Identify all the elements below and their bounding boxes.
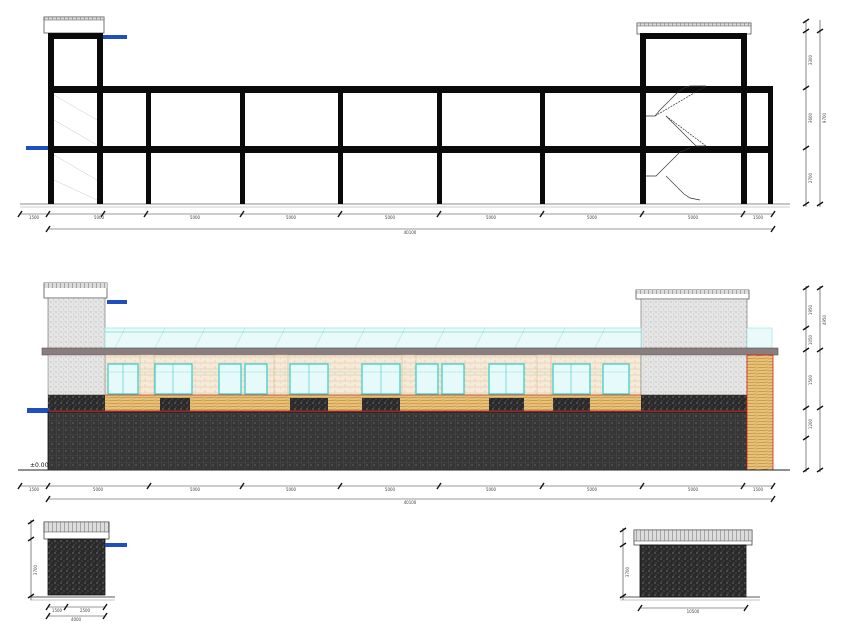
dim-label: 5000 (190, 215, 201, 220)
dim-label: 1500 (29, 487, 40, 492)
architectural-drawing: 1500 5000 5000 5000 5000 5000 5000 5000 … (17, 16, 827, 622)
vdim-label: 2700 (808, 172, 813, 183)
front-elevation: ±0.00 1500 5000 5000 5000 5000 5000 5000… (17, 282, 827, 505)
structural-beams (48, 33, 773, 153)
canopy-tower (107, 300, 127, 304)
dim-label: 5000 (486, 487, 497, 492)
dim-total: 40100 (404, 230, 417, 235)
dim-label: 5000 (190, 487, 201, 492)
section-vertical-dims: 3300 3600 2700 9700 (802, 18, 827, 207)
timber-strip (746, 354, 774, 471)
dim-label: 5000 (286, 487, 297, 492)
dim-label: 10500 (687, 609, 700, 614)
vdim-label: 3700 (625, 566, 630, 577)
dim-label: 5000 (486, 215, 497, 220)
dim-label: 5000 (286, 215, 297, 220)
dim-label: 5000 (688, 215, 699, 220)
window (218, 363, 242, 395)
dim-total: 40100 (404, 500, 417, 505)
vdim-label: 3600 (808, 112, 813, 123)
side-elevation-right: 3700 10500 (619, 527, 760, 614)
window (552, 363, 591, 395)
side-wall (639, 544, 747, 598)
vdim-total: 4950 (822, 314, 827, 325)
dim-label: 5000 (688, 487, 699, 492)
dim-label: 5000 (385, 215, 396, 220)
dim-label: 1500 (29, 215, 40, 220)
window (415, 363, 439, 395)
dim-label: 5000 (93, 487, 104, 492)
dim-label: 1500 (753, 487, 764, 492)
cornice (41, 347, 779, 356)
dim-label: 5000 (587, 487, 598, 492)
canopy-side (105, 543, 127, 547)
louvre-cap (43, 521, 110, 533)
level-mark: ±0.00 (30, 462, 49, 469)
window (154, 363, 193, 395)
window (488, 363, 525, 395)
window (244, 363, 268, 395)
dim-label: 5000 (94, 215, 105, 220)
section-drawing: 1500 5000 5000 5000 5000 5000 5000 5000 … (17, 16, 827, 235)
vdim-label: 3700 (33, 564, 38, 575)
louvre-cap (633, 529, 753, 542)
dim-label: 2500 (80, 608, 91, 613)
ground-floor-wall (47, 411, 748, 471)
canopy-section-left (26, 146, 48, 150)
vdim-label: 1200 (808, 418, 813, 429)
vdim-label: 1500 (808, 374, 813, 385)
window (441, 363, 465, 395)
dim-label: 5000 (587, 215, 598, 220)
tower-cladding-right (640, 298, 748, 350)
vdim-label: 3300 (808, 54, 813, 65)
dim-label: 1500 (753, 215, 764, 220)
vdim-total: 9700 (822, 112, 827, 123)
dim-label: 1500 (52, 608, 63, 613)
structural-columns (48, 33, 773, 204)
facade-vertical-dims: 1950 1050 1500 1200 4950 (802, 285, 827, 473)
side-wall (47, 538, 106, 596)
window (602, 363, 630, 395)
canopy-entrance (27, 408, 49, 413)
side-elevation-left: 3700 1500 2500 4000 (27, 519, 127, 622)
canopy-top-left (103, 35, 127, 39)
vdim-label: 1050 (808, 334, 813, 345)
dim-total: 4000 (71, 617, 82, 622)
vdim-label: 1950 (808, 304, 813, 315)
facade-dim-line: 1500 5000 5000 5000 5000 5000 5000 5000 … (17, 482, 776, 505)
glass-railing (104, 327, 642, 349)
section-dim-line: 1500 5000 5000 5000 5000 5000 5000 5000 … (17, 210, 776, 235)
tower-cladding-left (47, 297, 106, 350)
dim-label: 5000 (385, 487, 396, 492)
staircase (646, 85, 707, 201)
